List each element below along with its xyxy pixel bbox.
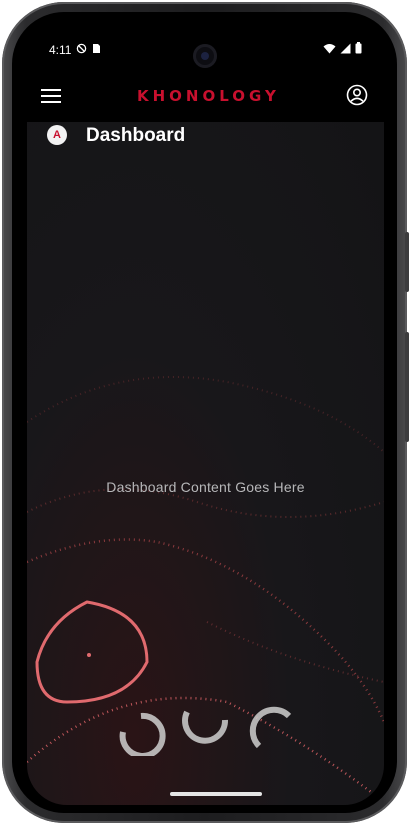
loader-spinner-1 xyxy=(119,712,166,756)
status-time: 4:11 xyxy=(49,43,72,57)
phone-frame: 4:11 KHONOLOGY A Dashboard Dashboard Con… xyxy=(2,2,409,823)
status-bar: 4:11 xyxy=(27,26,384,72)
front-camera xyxy=(193,44,217,68)
status-left: 4:11 xyxy=(49,43,101,57)
hamburger-menu-icon[interactable] xyxy=(39,84,63,108)
account-circle-icon[interactable] xyxy=(346,84,370,108)
page-title: Dashboard xyxy=(86,125,186,146)
wifi-icon xyxy=(323,43,336,57)
page-avatar-icon: A xyxy=(47,125,67,145)
phone-bezel: 4:11 KHONOLOGY A Dashboard Dashboard Con… xyxy=(12,12,397,813)
page-header: A Dashboard xyxy=(27,122,384,150)
screen: 4:11 KHONOLOGY A Dashboard Dashboard Con… xyxy=(27,26,384,805)
app-bar: KHONOLOGY xyxy=(27,72,384,122)
loading-indicator xyxy=(119,706,292,756)
do-not-disturb-icon xyxy=(76,43,87,57)
background-art xyxy=(27,376,384,803)
status-right xyxy=(323,42,362,57)
brand-logo: KHONOLOGY xyxy=(137,87,280,105)
power-button xyxy=(405,232,409,292)
content-placeholder: Dashboard Content Goes Here xyxy=(106,479,305,495)
loader-spinner-2 xyxy=(182,710,229,744)
dashboard-content: A Dashboard Dashboard Content Goes Here xyxy=(27,122,384,805)
battery-icon xyxy=(355,42,362,57)
home-indicator[interactable] xyxy=(170,792,262,796)
cellular-signal-icon xyxy=(340,43,351,57)
loader-spinner-3 xyxy=(249,706,292,749)
sim-card-icon xyxy=(92,43,101,57)
volume-button xyxy=(405,332,409,442)
